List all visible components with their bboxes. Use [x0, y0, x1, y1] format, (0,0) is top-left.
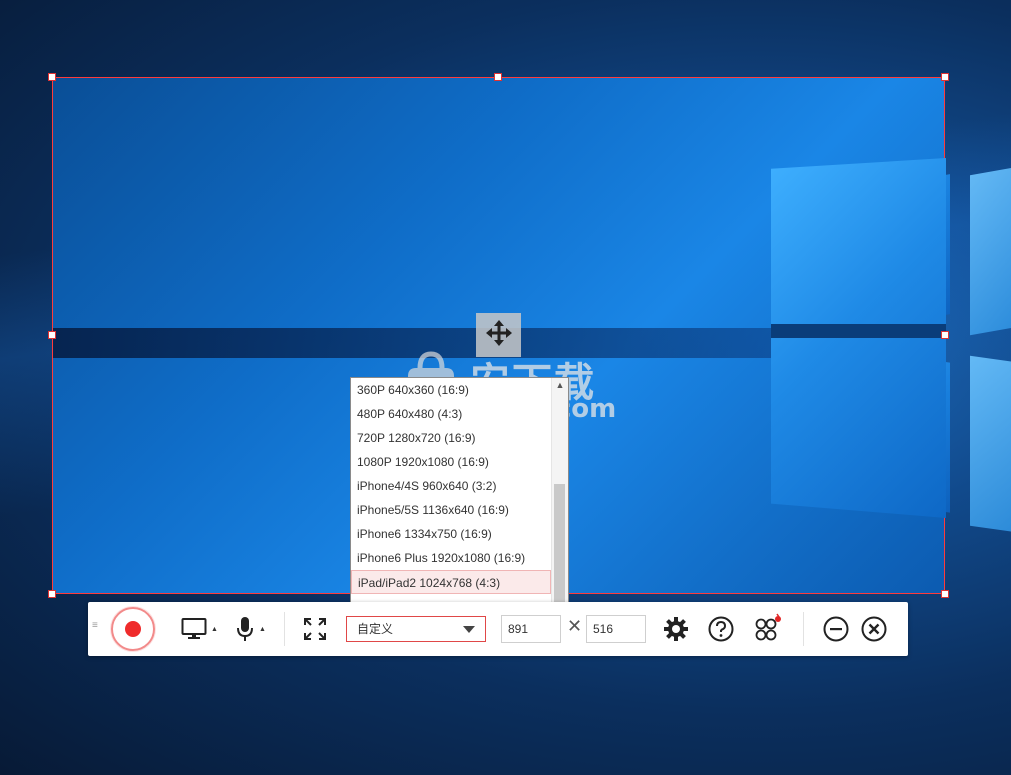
toolbar-divider [803, 612, 804, 646]
resize-handle-top-left[interactable] [48, 73, 56, 81]
resolution-dropdown-list[interactable]: 360P 640x360 (16:9) 480P 640x480 (4:3) 7… [350, 377, 569, 615]
chevron-down-icon [463, 626, 475, 633]
dimension-times-icon: ✕ [567, 616, 583, 636]
height-input[interactable] [586, 615, 646, 643]
effects-button[interactable] [752, 612, 784, 644]
resize-handle-bottom-right[interactable] [941, 590, 949, 598]
resize-handle-top-right[interactable] [941, 73, 949, 81]
move-arrows-icon [484, 318, 514, 353]
resolution-option[interactable]: iPhone6 1334x750 (16:9) [351, 522, 552, 546]
resize-handle-left[interactable] [48, 331, 56, 339]
desktop-window-pane [970, 164, 1011, 336]
screen-caret-icon[interactable]: ▲ [211, 626, 218, 633]
width-input[interactable] [501, 615, 561, 643]
scroll-up-icon[interactable]: ▲ [552, 378, 568, 392]
resolution-option-selected[interactable]: iPad/iPad2 1024x768 (4:3) [351, 570, 551, 594]
record-button[interactable] [111, 607, 155, 651]
microphone-caret-icon[interactable]: ▲ [259, 626, 266, 633]
minimize-button[interactable] [822, 615, 850, 643]
dropdown-scrollbar[interactable]: ▲ ▼ [551, 378, 568, 614]
resolution-option[interactable]: 480P 640x480 (4:3) [351, 402, 552, 426]
desktop-window-pane [970, 355, 1011, 535]
capture-region-beam [53, 328, 773, 358]
screen-source-button[interactable] [180, 616, 208, 642]
drag-grip-icon[interactable]: ≡ [92, 621, 98, 631]
resolution-option[interactable]: 1080P 1920x1080 (16:9) [351, 450, 552, 474]
fullscreen-button[interactable] [302, 616, 328, 642]
close-button[interactable] [860, 615, 888, 643]
help-button[interactable] [707, 615, 735, 643]
resize-handle-top[interactable] [494, 73, 502, 81]
resolution-select-value: 自定义 [357, 622, 394, 636]
scroll-thumb[interactable] [554, 484, 565, 602]
resolution-option[interactable]: iPhone6 Plus 1920x1080 (16:9) [351, 546, 552, 570]
resolution-option[interactable]: 720P 1280x720 (16:9) [351, 426, 552, 450]
effects-icon [755, 613, 781, 641]
resolution-option[interactable]: 360P 640x360 (16:9) [351, 378, 552, 402]
capture-region-window [771, 158, 946, 518]
resolution-option[interactable]: iPhone5/5S 1136x640 (16:9) [351, 498, 552, 522]
close-icon [861, 616, 887, 642]
record-icon [125, 621, 141, 637]
microphone-icon [237, 617, 253, 641]
resize-handle-bottom-left[interactable] [48, 590, 56, 598]
resolution-option[interactable]: iPhone4/4S 960x640 (3:2) [351, 474, 552, 498]
microphone-button[interactable] [234, 614, 256, 644]
fullscreen-icon [304, 618, 326, 640]
resolution-select[interactable]: 自定义 [346, 616, 486, 642]
recorder-toolbar: ≡ ▲ ▲ 自定义 ✕ [88, 602, 908, 656]
minimize-icon [823, 616, 849, 642]
resize-handle-right[interactable] [941, 331, 949, 339]
toolbar-divider [284, 612, 285, 646]
help-icon [708, 616, 734, 642]
monitor-icon [181, 618, 207, 639]
gear-icon [664, 617, 688, 641]
settings-button[interactable] [662, 615, 690, 643]
move-handle[interactable] [476, 313, 521, 357]
